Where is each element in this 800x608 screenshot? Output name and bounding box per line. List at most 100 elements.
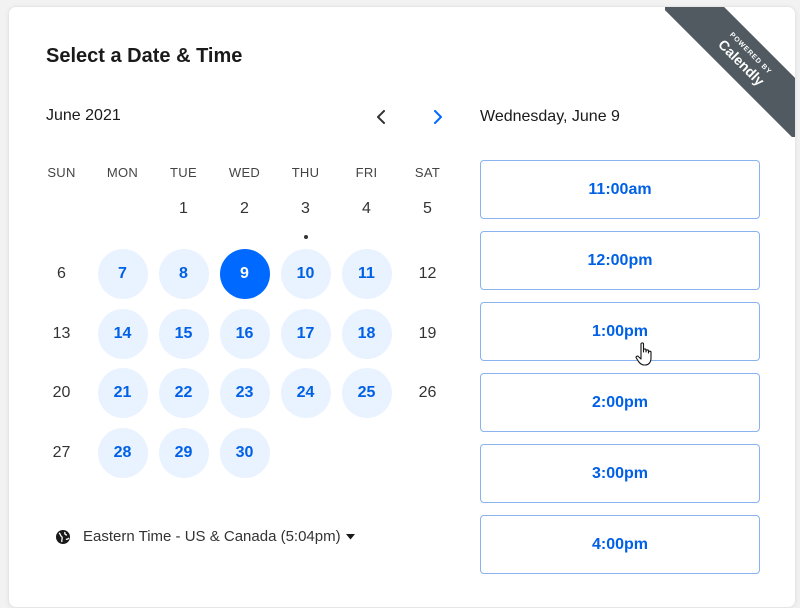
weekday-sat: SAT xyxy=(414,165,441,180)
calendar-day-available[interactable]: 28 xyxy=(97,427,148,478)
timezone-label: Eastern Time - US & Canada (5:04pm) xyxy=(83,528,341,545)
powered-by-ribbon[interactable]: POWERED BY Calendly xyxy=(665,7,795,137)
chevron-left-icon xyxy=(377,110,385,124)
timezone-selector[interactable]: Eastern Time - US & Canada (5:04pm) xyxy=(55,528,355,545)
calendar-cell: 6 xyxy=(31,245,92,305)
calendar-day-unavailable: 20 xyxy=(52,384,71,402)
calendar-cell: 1 xyxy=(153,185,214,245)
calendar-day-available[interactable]: 23 xyxy=(219,368,270,419)
previous-month-button[interactable] xyxy=(369,105,393,129)
calendar-day-unavailable: 12 xyxy=(418,265,437,283)
weekday-thu: THU xyxy=(291,165,320,180)
calendar-cell: 21 xyxy=(92,364,153,424)
time-slot-button[interactable]: 2:00pm xyxy=(480,373,760,432)
next-month-button[interactable] xyxy=(426,105,450,129)
calendar-cell: 18 xyxy=(336,304,397,364)
calendar-day-unavailable: 13 xyxy=(52,324,71,342)
calendar-cell: 11 xyxy=(336,245,397,305)
time-slot-list: 11:00am 12:00pm 1:00pm 2:00pm 3:00pm 4:0… xyxy=(480,160,760,586)
weekday-wed: WED xyxy=(228,165,261,180)
time-slot-button[interactable]: 1:00pm xyxy=(480,302,760,361)
page-title: Select a Date & Time xyxy=(46,45,243,67)
calendar-week-row: 1 2 3 4 5 xyxy=(31,185,458,245)
calendar-week-row: 27 28 29 30 xyxy=(31,423,458,483)
calendar-day-available[interactable]: 10 xyxy=(280,249,331,300)
calendar-cell: 28 xyxy=(92,423,153,483)
selected-date-heading: Wednesday, June 9 xyxy=(480,108,620,125)
calendar-day-selected[interactable]: 9 xyxy=(219,249,270,300)
calendar-cell xyxy=(92,185,153,245)
today-indicator-dot xyxy=(303,234,308,239)
calendar-day-available[interactable]: 15 xyxy=(158,308,209,359)
calendar-day-available[interactable]: 24 xyxy=(280,368,331,419)
calendar-day-unavailable: 27 xyxy=(52,443,71,461)
calendar-week-row: 13 14 15 16 17 18 19 xyxy=(31,304,458,364)
calendar-cell: 4 xyxy=(336,185,397,245)
calendar-cell: 8 xyxy=(153,245,214,305)
calendar-day-unavailable: 19 xyxy=(418,324,437,342)
calendar-week-row: 20 21 22 23 24 25 26 xyxy=(31,364,458,424)
calendar-cell: 24 xyxy=(275,364,336,424)
calendar-day-available[interactable]: 18 xyxy=(341,308,392,359)
caret-down-icon xyxy=(345,533,355,540)
calendar-day-available[interactable]: 22 xyxy=(158,368,209,419)
calendar-cell: 30 xyxy=(214,423,275,483)
time-slot-button[interactable]: 11:00am xyxy=(480,160,760,219)
time-slot-button[interactable]: 4:00pm xyxy=(480,515,760,574)
calendar-cell: 20 xyxy=(31,364,92,424)
calendar-day-unavailable: 5 xyxy=(423,199,432,217)
calendar-grid: 1 2 3 4 5 6 7 8 9 10 11 12 13 14 15 16 17 18 19 20 21 22 23 24 2… xyxy=(31,185,458,483)
booking-card: Select a Date & Time POWERED BY Calendly… xyxy=(8,6,796,608)
calendar-cell: 25 xyxy=(336,364,397,424)
globe-icon xyxy=(55,529,71,545)
calendar-day-available[interactable]: 29 xyxy=(158,427,209,478)
calendar-day-available[interactable]: 7 xyxy=(97,249,148,300)
calendar-cell: 12 xyxy=(397,245,458,305)
calendar-cell: 22 xyxy=(153,364,214,424)
weekday-tue: TUE xyxy=(170,165,197,180)
weekday-header: SUN MON TUE WED THU FRI SAT xyxy=(31,165,458,180)
hand-pointer-icon xyxy=(635,342,652,366)
calendar-day-available[interactable]: 14 xyxy=(97,308,148,359)
calendar-cell: 27 xyxy=(31,423,92,483)
calendar-cell xyxy=(336,423,397,483)
calendar-day-unavailable: 26 xyxy=(418,384,437,402)
calendar-day-available[interactable]: 8 xyxy=(158,249,209,300)
calendar-day-available[interactable]: 25 xyxy=(341,368,392,419)
calendar-cell: 17 xyxy=(275,304,336,364)
weekday-fri: FRI xyxy=(355,165,378,180)
calendar-cell: 29 xyxy=(153,423,214,483)
calendar-day-unavailable: 1 xyxy=(179,199,188,217)
calendar-cell: 9 xyxy=(214,245,275,305)
calendar-cell: 10 xyxy=(275,245,336,305)
calendar-day-unavailable: 6 xyxy=(57,265,66,283)
calendar-cell: 23 xyxy=(214,364,275,424)
month-label: June 2021 xyxy=(46,107,121,124)
time-slot-button[interactable]: 3:00pm xyxy=(480,444,760,503)
calendar-day-available[interactable]: 17 xyxy=(280,308,331,359)
ribbon-band[interactable]: POWERED BY Calendly xyxy=(665,7,795,137)
calendar-week-row: 6 7 8 9 10 11 12 xyxy=(31,245,458,305)
chevron-right-icon xyxy=(434,110,442,124)
calendar-cell xyxy=(31,185,92,245)
calendar-cell xyxy=(397,423,458,483)
calendar-day-available[interactable]: 16 xyxy=(219,308,270,359)
calendar-cell: 7 xyxy=(92,245,153,305)
calendar-day-available[interactable]: 11 xyxy=(341,249,392,300)
calendar-cell xyxy=(275,423,336,483)
calendar-day-unavailable: 4 xyxy=(362,199,371,217)
calendar-cell: 13 xyxy=(31,304,92,364)
calendar-day-available[interactable]: 21 xyxy=(97,368,148,419)
weekday-sun: SUN xyxy=(47,165,76,180)
calendar-cell: 3 xyxy=(275,185,336,245)
calendar-cell: 26 xyxy=(397,364,458,424)
time-slot-button[interactable]: 12:00pm xyxy=(480,231,760,290)
calendar-cell: 15 xyxy=(153,304,214,364)
calendar-cell: 2 xyxy=(214,185,275,245)
calendar-day-unavailable: 2 xyxy=(240,199,249,217)
calendar-day-available[interactable]: 30 xyxy=(219,427,270,478)
calendar-cell: 5 xyxy=(397,185,458,245)
calendar-cell: 14 xyxy=(92,304,153,364)
weekday-mon: MON xyxy=(106,165,139,180)
calendar-day-unavailable: 3 xyxy=(301,199,310,217)
